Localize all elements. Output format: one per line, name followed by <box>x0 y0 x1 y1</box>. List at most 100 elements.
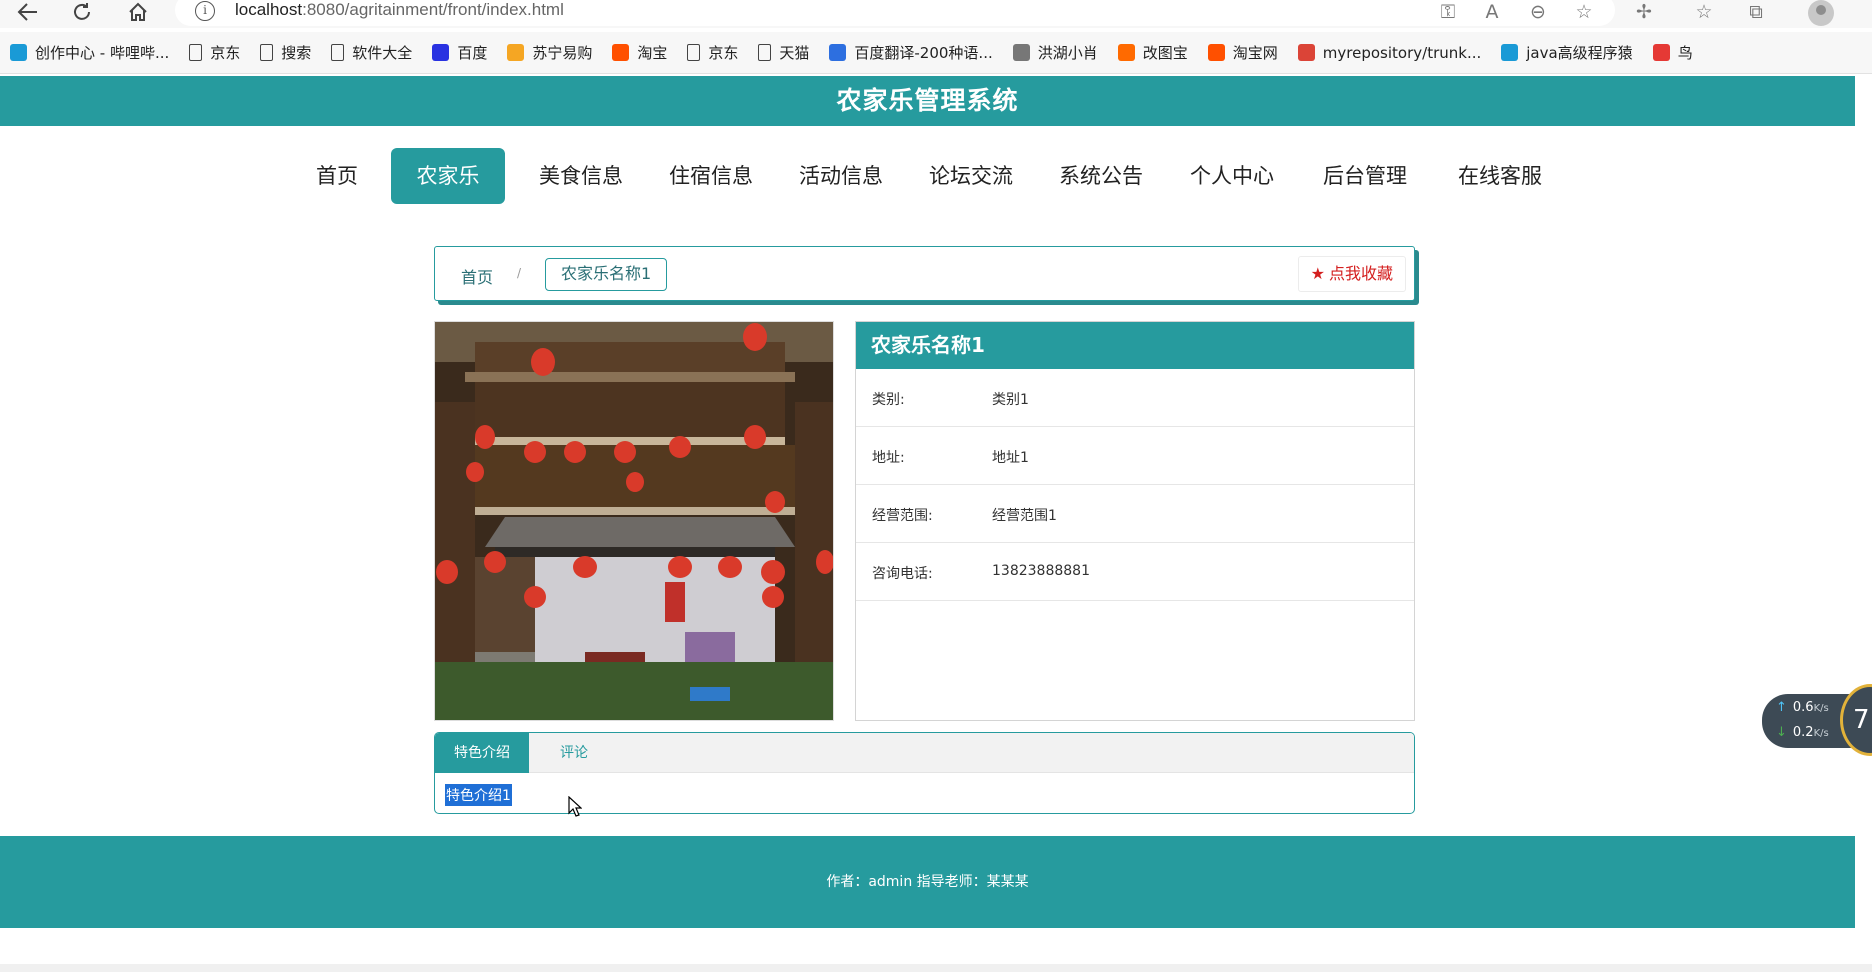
bookmark-item[interactable]: 鸟 <box>1652 42 1693 63</box>
courtyard-image <box>435 322 833 720</box>
bookmark-label: 百度 <box>457 44 488 62</box>
reload-icon[interactable] <box>68 0 96 24</box>
bilibili-icon <box>10 44 27 61</box>
site-title: 农家乐管理系统 <box>836 86 1019 115</box>
add-favorite-icon[interactable]: ☆ <box>1570 0 1598 24</box>
bookmark-item[interactable]: 洪湖小肖 <box>1012 42 1098 63</box>
nav-item-0[interactable]: 首页 <box>305 148 369 204</box>
nav-item-7[interactable]: 个人中心 <box>1178 148 1286 204</box>
download-arrow-icon: ↓ <box>1776 725 1787 740</box>
bookmark-item[interactable]: 京东 <box>189 42 240 63</box>
detail-label: 经营范围: <box>872 508 933 524</box>
bookmark-item[interactable]: myrepository/trunk... <box>1297 43 1482 62</box>
nav-item-6[interactable]: 系统公告 <box>1047 148 1155 204</box>
back-icon[interactable] <box>14 0 42 24</box>
nav-item-8[interactable]: 后台管理 <box>1311 148 1419 204</box>
bilibili-icon <box>1501 44 1519 61</box>
mouse-cursor-icon <box>568 796 582 817</box>
home-icon[interactable] <box>124 0 152 24</box>
url-text[interactable]: localhost:8080/agritainment/front/index.… <box>235 0 564 20</box>
download-speed: ↓ 0.2K/s <box>1776 725 1829 740</box>
extensions-icon[interactable]: ✢ <box>1630 0 1658 24</box>
bookmark-label: 百度翻译-200种语... <box>854 44 993 62</box>
profile-avatar-icon[interactable] <box>1808 0 1834 26</box>
translate-icon <box>829 44 847 61</box>
detail-row: 咨询电话: 13823888881 <box>856 543 1414 601</box>
page-icon <box>687 44 701 61</box>
detail-value: 地址1 <box>992 450 1029 466</box>
baidu-icon <box>432 44 450 61</box>
bookmark-item[interactable]: 软件大全 <box>331 42 412 63</box>
page-icon <box>331 44 345 61</box>
breadcrumb-separator: / <box>517 266 522 280</box>
upload-speed: ↑ 0.6K/s <box>1776 700 1829 715</box>
bookmark-item[interactable]: 改图宝 <box>1117 42 1188 63</box>
key-icon[interactable]: ⚿ <box>1434 0 1462 24</box>
site-header: 农家乐管理系统 <box>0 76 1855 126</box>
nav-item-2[interactable]: 美食信息 <box>527 148 635 204</box>
detail-label: 地址: <box>872 450 905 466</box>
bookmark-label: myrepository/trunk... <box>1322 43 1482 62</box>
bookmark-item[interactable]: 京东 <box>687 42 738 63</box>
favorite-button[interactable]: ★ 点我收藏 <box>1297 256 1406 292</box>
star-icon: ★ <box>1310 264 1325 283</box>
main-nav: 首页 农家乐 美食信息 住宿信息 活动信息 论坛交流 系统公告 个人中心 后台管理 在线客服 <box>0 148 1855 204</box>
window-bottom-edge <box>0 964 1872 972</box>
bird-icon <box>1012 44 1030 61</box>
site-info-icon[interactable]: i <box>195 1 215 21</box>
read-aloud-icon[interactable]: A <box>1478 0 1506 24</box>
bookmark-label: 改图宝 <box>1142 44 1188 62</box>
bookmark-item[interactable]: 搜索 <box>260 42 311 63</box>
bookmark-item[interactable]: 天猫 <box>758 42 809 63</box>
page-icon <box>758 44 772 61</box>
favorite-label: 点我收藏 <box>1328 264 1393 283</box>
nav-item-5[interactable]: 论坛交流 <box>917 148 1025 204</box>
zoom-icon[interactable]: ⊖ <box>1524 0 1552 24</box>
detail-value: 类别1 <box>992 392 1029 408</box>
bookmarks-bar: 创作中心 - 哔哩哔... 京东 搜索 软件大全 百度 苏宁易购 淘宝 京东 天猫 百度翻译-20… <box>0 32 1872 74</box>
detail-label: 类别: <box>872 392 905 408</box>
site-footer: 作者：admin 指导老师：某某某 <box>0 836 1855 928</box>
bookmark-item[interactable]: 淘宝 <box>612 42 667 63</box>
detail-value: 13823888881 <box>992 563 1090 579</box>
breadcrumb: 首页 / 农家乐名称1 ★ 点我收藏 <box>434 246 1415 301</box>
collections-icon[interactable]: ⧉ <box>1742 0 1770 24</box>
gaitubao-icon <box>1117 44 1135 61</box>
detail-panel: 农家乐名称1 类别: 类别1 地址: 地址1 经营范围: 经营范围1 咨询电话: 138238… <box>855 321 1415 721</box>
nav-item-3[interactable]: 住宿信息 <box>657 148 765 204</box>
favorites-icon[interactable]: ☆ <box>1690 0 1718 24</box>
page-icon <box>260 44 274 61</box>
upload-arrow-icon: ↑ <box>1776 700 1787 715</box>
bookmark-label: 鸟 <box>1677 44 1693 62</box>
bookmark-label: 软件大全 <box>352 44 413 62</box>
bookmark-item[interactable]: java高级程序猿 <box>1501 42 1633 63</box>
tab-bar: 特色介绍 评论 <box>435 733 1414 773</box>
bookmark-label: 苏宁易购 <box>532 44 593 62</box>
detail-label: 咨询电话: <box>872 566 933 582</box>
breadcrumb-home-link[interactable]: 首页 <box>461 264 493 288</box>
bookmark-label: 淘宝 <box>637 44 668 62</box>
tab-features[interactable]: 特色介绍 <box>435 733 529 773</box>
detail-row: 地址: 地址1 <box>856 427 1414 485</box>
bookmark-item[interactable]: 苏宁易购 <box>507 42 592 63</box>
bookmark-label: 洪湖小肖 <box>1037 44 1098 62</box>
bookmark-label: java高级程序猿 <box>1526 44 1633 62</box>
bird-icon <box>1652 44 1670 61</box>
suning-icon <box>507 44 525 61</box>
feature-text: 特色介绍1 <box>445 784 512 806</box>
bookmark-item[interactable]: 百度翻译-200种语... <box>829 42 993 63</box>
bookmark-item[interactable]: 淘宝网 <box>1207 42 1278 63</box>
taobao-icon <box>1207 44 1225 61</box>
nav-item-1[interactable]: 农家乐 <box>391 148 505 204</box>
bookmark-item[interactable]: 百度 <box>432 42 487 63</box>
nav-item-9[interactable]: 在线客服 <box>1446 148 1554 204</box>
bookmark-label: 京东 <box>708 44 739 62</box>
bookmark-label: 创作中心 - 哔哩哔... <box>35 44 170 62</box>
breadcrumb-current: 农家乐名称1 <box>545 258 668 291</box>
chrome-icon <box>1297 44 1315 61</box>
detail-value: 经营范围1 <box>992 508 1057 524</box>
tab-comments[interactable]: 评论 <box>529 733 619 773</box>
bookmark-item[interactable]: 创作中心 - 哔哩哔... <box>10 42 169 63</box>
nav-item-4[interactable]: 活动信息 <box>787 148 895 204</box>
bookmark-label: 淘宝网 <box>1232 44 1278 62</box>
